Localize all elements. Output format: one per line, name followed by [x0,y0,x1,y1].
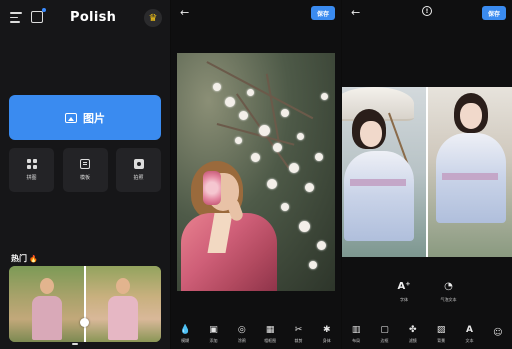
brush-icon: ◎ [237,324,246,335]
page-indicator [72,343,78,345]
camera-button[interactable]: 拍照 [116,148,161,192]
collage-button[interactable]: 拼图 [9,148,54,192]
camera-label: 拍照 [133,175,144,181]
bubble-label: 气泡文本 [440,297,457,302]
tool-text[interactable]: A 文本 [457,325,481,344]
home-screen: Polish ♛ 图片 拼图 模板 拍照 热门 🔥 [0,0,170,349]
bubble-text-button[interactable]: ◔ 气泡文本 [441,281,457,309]
collage-label: 拼图 [26,175,37,181]
tool-doodle[interactable]: ◎ 涂鸦 [230,325,254,344]
store-icon[interactable] [31,8,46,23]
tool-background[interactable]: ▨ 背景 [429,325,453,344]
tool-label: 裁剪 [294,337,303,343]
body-icon: ✱ [323,324,331,335]
save-button[interactable]: 保存 [481,6,506,20]
photo-editor-screen: ← 保存 💧 模糊 ▣ 添加 ◎ 涂鸦 ▦ 相框图 ✂ 裁剪 ✱ 身体 [171,0,341,349]
open-photo-button[interactable]: 图片 [9,95,161,140]
home-top-bar: Polish ♛ [0,8,170,28]
tool-label: 涂鸦 [237,337,246,343]
tool-label: 布局 [352,337,361,343]
tool-label: 身体 [322,337,331,343]
template-label: 模板 [79,175,90,181]
text-tools: A⁺ 字体 ◔ 气泡文本 [342,281,512,309]
edited-photo[interactable] [177,53,335,291]
collage-left-image [342,87,426,257]
before-image [9,266,85,342]
hot-section-title: 热门 🔥 [11,253,38,264]
image-icon: ▣ [209,324,218,335]
border-icon: ▢ [380,324,389,335]
image-icon [65,112,77,123]
compare-divider [84,266,86,342]
text-editor-toolbar: ▥ 布局 ▢ 边框 ✤ 滤镜 ▨ 背景 A 文本 ☺ [342,319,512,349]
tool-add[interactable]: ▣ 添加 [201,325,225,344]
camera-icon [133,159,144,169]
droplet-icon: 💧 [179,324,191,335]
hot-feature-card[interactable] [9,266,161,342]
font-button[interactable]: A⁺ 字体 [397,281,410,309]
font-icon: A⁺ [397,281,411,292]
menu-icon[interactable] [10,12,22,23]
filter-icon: ✤ [409,324,417,335]
tool-filter[interactable]: ✤ 滤镜 [401,325,425,344]
tool-border[interactable]: ▢ 边框 [372,325,396,344]
bubble-icon: ◔ [444,281,453,292]
crown-icon[interactable]: ♛ [144,9,162,27]
tool-sticker[interactable]: ☺ [486,328,510,341]
template-button[interactable]: 模板 [62,148,108,192]
tool-label: 滤镜 [408,337,417,343]
editor-toolbar: 💧 模糊 ▣ 添加 ◎ 涂鸦 ▦ 相框图 ✂ 裁剪 ✱ 身体 [171,319,341,349]
tool-label: 模糊 [181,337,190,343]
tool-crop[interactable]: ✂ 裁剪 [286,325,310,344]
sticker-icon: ☺ [493,327,503,338]
tool-label: 文本 [465,337,474,343]
tool-layout[interactable]: ▥ 布局 [344,325,368,344]
hair-flowers [203,171,221,205]
tool-blur[interactable]: 💧 模糊 [173,325,197,344]
template-icon [80,159,90,169]
after-image [85,266,161,342]
open-photo-label: 图片 [83,111,105,125]
info-icon[interactable]: ! [422,6,432,16]
tool-label: 背景 [437,337,446,343]
text-editor-screen: ← ! 保存 A⁺ 字体 ◔ 气泡文本 ▥ 布局 ▢ 边框 ✤ 滤镜 ▨ 背景 … [342,0,512,349]
app-title: Polish [70,10,117,25]
tool-body[interactable]: ✱ 身体 [315,325,339,344]
person-after [107,275,139,342]
background-icon: ▨ [436,324,446,335]
font-label: 字体 [400,297,408,302]
collage-right-image [428,87,512,257]
person-before [31,275,63,342]
layout-icon: ▥ [351,324,361,335]
tool-label: 边框 [380,337,389,343]
tool-frame[interactable]: ▦ 相框图 [258,325,282,344]
collage-photo[interactable] [342,87,512,257]
back-arrow-icon[interactable]: ← [180,6,189,19]
tool-label: 相框图 [264,337,277,343]
scissors-icon: ✂ [294,324,303,335]
home-tools: 拼图 模板 拍照 [9,148,161,192]
back-arrow-icon[interactable]: ← [351,6,360,19]
grid-icon [26,159,37,169]
hot-title-text: 热门 [11,254,27,263]
fire-icon: 🔥 [29,254,38,263]
compare-slider-handle[interactable] [80,318,89,327]
frame-icon: ▦ [265,324,275,335]
save-button[interactable]: 保存 [310,6,335,20]
tool-label: 添加 [209,337,218,343]
text-icon: A [465,324,473,335]
